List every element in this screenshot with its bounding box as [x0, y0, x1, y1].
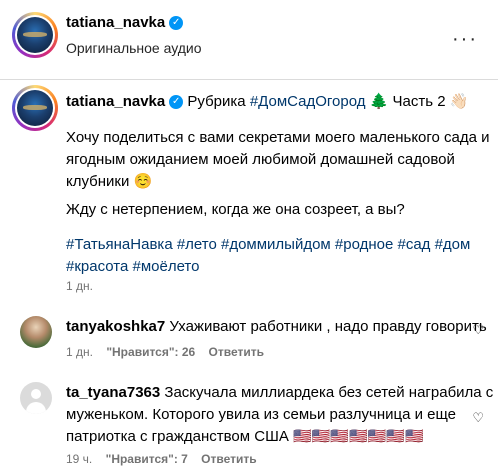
- caption-hashtags[interactable]: #ТатьянаНавка #лето #доммилыйдом #родное…: [66, 234, 470, 278]
- post-time[interactable]: 1 дн.: [66, 279, 93, 293]
- caption-username[interactable]: tatiana_navka: [66, 93, 165, 110]
- header-avatar[interactable]: [12, 12, 58, 58]
- original-audio-link[interactable]: Оригинальное аудио: [66, 40, 202, 56]
- caption-paragraph-1: Хочу поделиться с вами секретами моего м…: [66, 129, 490, 190]
- caption-avatar[interactable]: [12, 85, 58, 131]
- comment-likes[interactable]: "Нравится": 26: [106, 345, 195, 359]
- caption-paragraph-2: Жду с нетерпением, когда же она созреет,…: [66, 201, 405, 218]
- part-label: Часть 2: [392, 93, 446, 110]
- reply-button[interactable]: Ответить: [201, 452, 256, 466]
- comment-time[interactable]: 19 ч.: [66, 452, 92, 466]
- wave-emoji: 👋🏻: [449, 93, 469, 110]
- comment-text: Ухаживают работники , надо правду говори…: [169, 318, 487, 335]
- comment-username[interactable]: tanyakoshka7: [66, 318, 165, 335]
- verified-badge-icon: ✓: [169, 95, 184, 110]
- more-options-icon[interactable]: ···: [452, 28, 478, 51]
- like-heart-icon[interactable]: ♡: [472, 322, 484, 338]
- header-username[interactable]: tatiana_navka: [66, 14, 165, 31]
- post-header: tatiana_navka ✓ Оригинальное аудио ···: [0, 0, 498, 80]
- comment-likes[interactable]: "Нравится": 7: [106, 452, 188, 466]
- comment-item: tanyakoshka7 Ухаживают работники , надо …: [0, 306, 498, 366]
- reply-button[interactable]: Ответить: [209, 345, 264, 359]
- verified-badge-icon: ✓: [169, 15, 184, 30]
- comment-avatar[interactable]: [20, 316, 52, 348]
- comment-text-line-2: муженьком. Которого увила из семьи разлу…: [66, 406, 456, 423]
- comment-text-line-3: патриотка с гражданством США 🇺🇸🇺🇸🇺🇸🇺🇸🇺🇸🇺…: [66, 428, 424, 445]
- comment-avatar[interactable]: [20, 382, 52, 414]
- post-caption: tatiana_navka ✓ Рубрика #ДомСадОгород 🌲 Ч…: [0, 81, 498, 301]
- comment-text-line-1: Заскучала миллиардека без сетей награбил…: [164, 384, 494, 401]
- rubric-hashtag[interactable]: #ДомСадОгород: [250, 93, 366, 110]
- comment-username[interactable]: ta_tyana7363: [66, 384, 160, 401]
- comment-time[interactable]: 1 дн.: [66, 345, 93, 359]
- comment-item: ta_tyana7363 Заскучала миллиардека без с…: [0, 372, 498, 471]
- rubric-label: Рубрика: [187, 93, 246, 110]
- like-heart-icon[interactable]: ♡: [472, 410, 484, 426]
- tree-emoji: 🌲: [369, 93, 389, 110]
